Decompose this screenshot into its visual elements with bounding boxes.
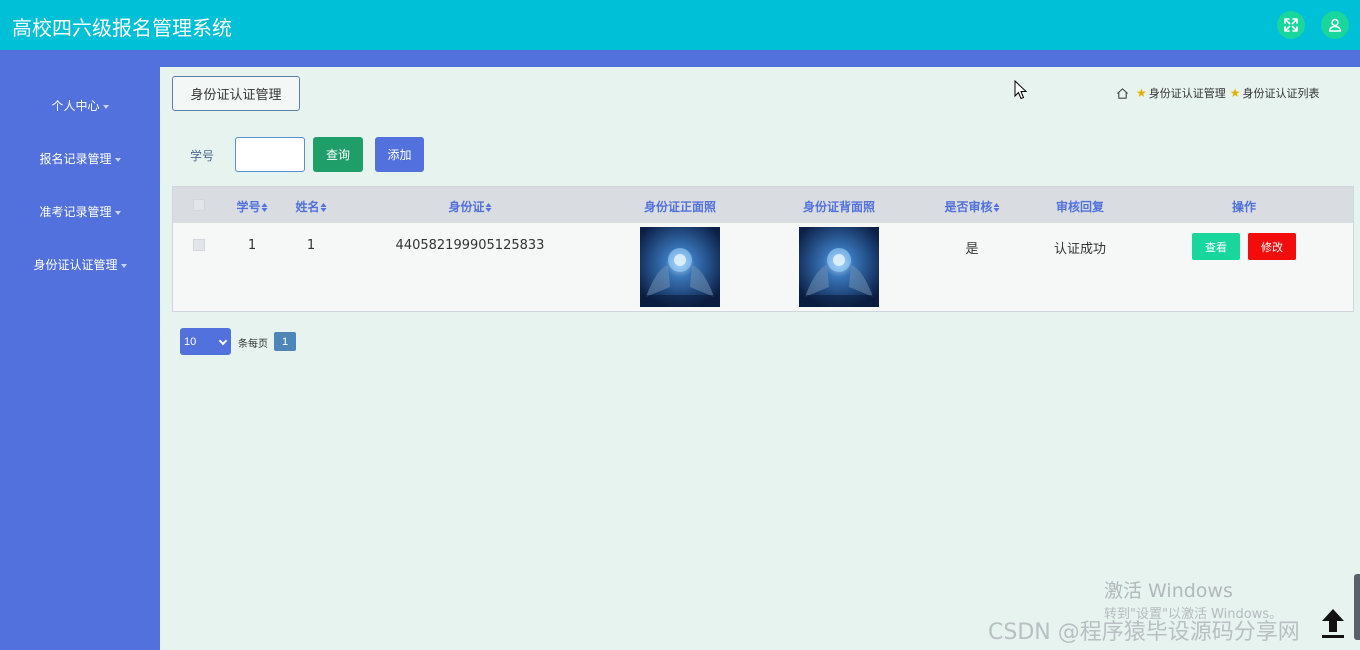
sort-icon	[320, 203, 327, 212]
sort-icon	[261, 203, 268, 212]
column-header-id-back-photo: 身份证背面照	[802, 200, 876, 214]
top-bar: 高校四六级报名管理系统	[0, 0, 1360, 50]
fullscreen-button[interactable]	[1277, 11, 1305, 39]
column-header-name[interactable]: 姓名	[295, 198, 327, 215]
sort-icon	[993, 203, 1000, 212]
cell-name: 1	[306, 238, 316, 253]
cell-student-id: 1	[247, 238, 257, 253]
id-front-photo[interactable]	[640, 227, 720, 307]
column-header-id-card[interactable]: 身份证	[448, 198, 492, 215]
sidebar-item-label: 报名记录管理	[39, 152, 112, 166]
student-id-search-input[interactable]	[235, 137, 305, 172]
edit-button[interactable]: 修改	[1248, 233, 1296, 260]
home-icon[interactable]	[1116, 87, 1129, 100]
scroll-to-top-icon[interactable]	[1318, 606, 1348, 640]
query-button[interactable]: 查询	[313, 137, 363, 172]
id-front-image	[640, 227, 720, 307]
breadcrumb-item[interactable]: 身份证认证管理	[1149, 85, 1226, 101]
star-icon: ★	[1229, 86, 1241, 100]
cell-audit-reply: 认证成功	[1053, 242, 1107, 257]
side-panel-handle[interactable]	[1354, 574, 1360, 640]
sidebar-item-label: 个人中心	[51, 99, 100, 113]
cell-audited: 是	[965, 242, 979, 257]
data-table: 学号 姓名 身份证 身份证正面照 身份证背面照 是否审核 审核回复 操作 1 1…	[172, 186, 1354, 312]
sidebar-item-registration-records[interactable]: 报名记录管理	[0, 150, 160, 167]
mouse-cursor-icon	[1014, 80, 1028, 100]
chevron-down-icon	[218, 336, 228, 346]
breadcrumb: ★ 身份证认证管理 ★ 身份证认证列表	[1116, 85, 1320, 101]
column-header-audit-reply: 审核回复	[1055, 200, 1105, 214]
cell-id-card: 440582199905125833	[395, 238, 545, 253]
sort-icon	[485, 203, 492, 212]
csdn-credit-watermark: CSDN @程序猿毕设源码分享网	[988, 620, 1300, 645]
windows-activation-title: 激活 Windows	[1104, 580, 1233, 602]
page-number-button[interactable]: 1	[274, 332, 296, 351]
tab-id-verification[interactable]: 身份证认证管理	[172, 76, 300, 111]
sidebar-item-label: 身份证认证管理	[33, 258, 118, 272]
per-page-label: 条每页	[238, 339, 268, 350]
sidebar-item-personal-center[interactable]: 个人中心	[0, 97, 160, 114]
app-title: 高校四六级报名管理系统	[12, 16, 232, 40]
select-all-checkbox[interactable]	[193, 199, 205, 211]
column-header-actions: 操作	[1231, 200, 1257, 214]
table-header: 学号 姓名 身份证 身份证正面照 身份证背面照 是否审核 审核回复 操作	[173, 187, 1353, 223]
page-size-select[interactable]: 10	[180, 328, 231, 355]
page-size-value: 10	[184, 335, 197, 348]
caret-down-icon	[114, 157, 121, 162]
id-back-image	[799, 227, 879, 307]
user-icon	[1328, 18, 1342, 32]
caret-down-icon	[114, 210, 121, 215]
sidebar-item-label: 准考记录管理	[39, 205, 112, 219]
star-icon: ★	[1136, 86, 1147, 100]
column-header-audited[interactable]: 是否审核	[944, 198, 1000, 215]
sidebar: 个人中心 报名记录管理 准考记录管理 身份证认证管理	[0, 67, 160, 650]
id-back-photo[interactable]	[799, 227, 879, 307]
caret-down-icon	[120, 263, 127, 268]
row-checkbox[interactable]	[193, 239, 205, 251]
header-strip	[0, 50, 1360, 67]
user-menu-button[interactable]	[1321, 11, 1349, 39]
expand-icon	[1284, 18, 1298, 32]
sidebar-item-id-verification[interactable]: 身份证认证管理	[0, 256, 160, 273]
breadcrumb-item: 身份证认证列表	[1242, 87, 1320, 100]
column-header-student-id[interactable]: 学号	[236, 198, 268, 215]
student-id-label: 学号	[190, 149, 215, 163]
view-button[interactable]: 查看	[1192, 233, 1240, 260]
add-button[interactable]: 添加	[375, 137, 424, 172]
sidebar-item-admission-records[interactable]: 准考记录管理	[0, 203, 160, 220]
column-header-id-front-photo: 身份证正面照	[643, 200, 717, 214]
caret-down-icon	[102, 104, 109, 109]
